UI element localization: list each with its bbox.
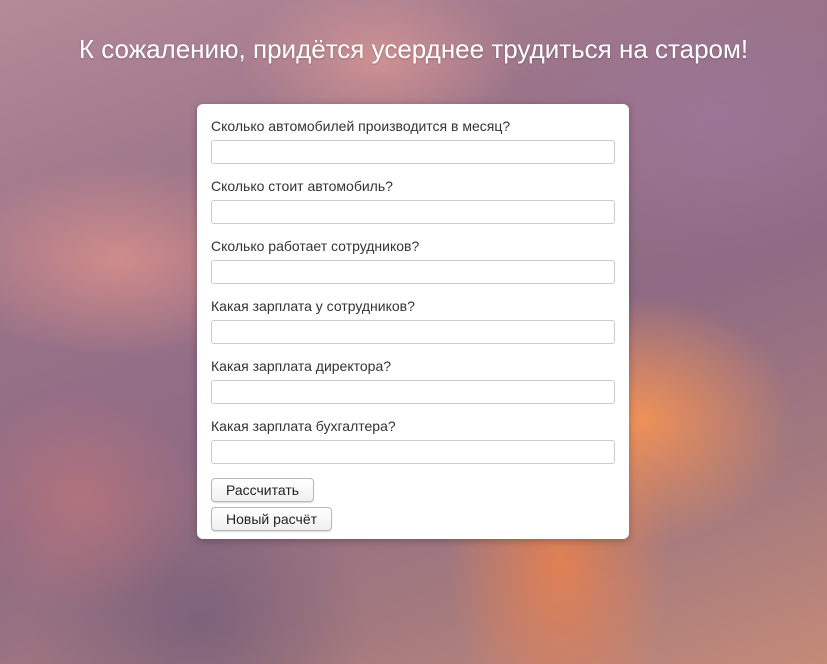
calculate-button[interactable]: Рассчитать [211, 478, 315, 502]
field-director-salary: Какая зарплата директора? [211, 358, 615, 404]
field-label: Сколько автомобилей производится в месяц… [211, 118, 511, 134]
cars-per-month-input[interactable] [211, 140, 615, 164]
field-cars-per-month: Сколько автомобилей производится в месяц… [211, 118, 615, 164]
car-price-input[interactable] [211, 200, 615, 224]
field-label: Сколько стоит автомобиль? [211, 178, 393, 194]
field-employee-count: Сколько работает сотрудников? [211, 238, 615, 284]
employee-count-input[interactable] [211, 260, 615, 284]
director-salary-input[interactable] [211, 380, 615, 404]
field-accountant-salary: Какая зарплата бухгалтера? [211, 418, 615, 464]
field-label: Какая зарплата у сотрудников? [211, 298, 415, 314]
field-employee-salary: Какая зарплата у сотрудников? [211, 298, 615, 344]
accountant-salary-input[interactable] [211, 440, 615, 464]
field-label: Какая зарплата директора? [211, 358, 392, 374]
field-car-price: Сколько стоит автомобиль? [211, 178, 615, 224]
employee-salary-input[interactable] [211, 320, 615, 344]
new-calculation-button[interactable]: Новый расчёт [211, 507, 333, 531]
field-label: Сколько работает сотрудников? [211, 238, 420, 254]
calculator-form: Сколько автомобилей производится в месяц… [197, 104, 629, 539]
page-title: К сожалению, придётся усерднее трудиться… [78, 34, 749, 64]
field-label: Какая зарплата бухгалтера? [211, 418, 396, 434]
